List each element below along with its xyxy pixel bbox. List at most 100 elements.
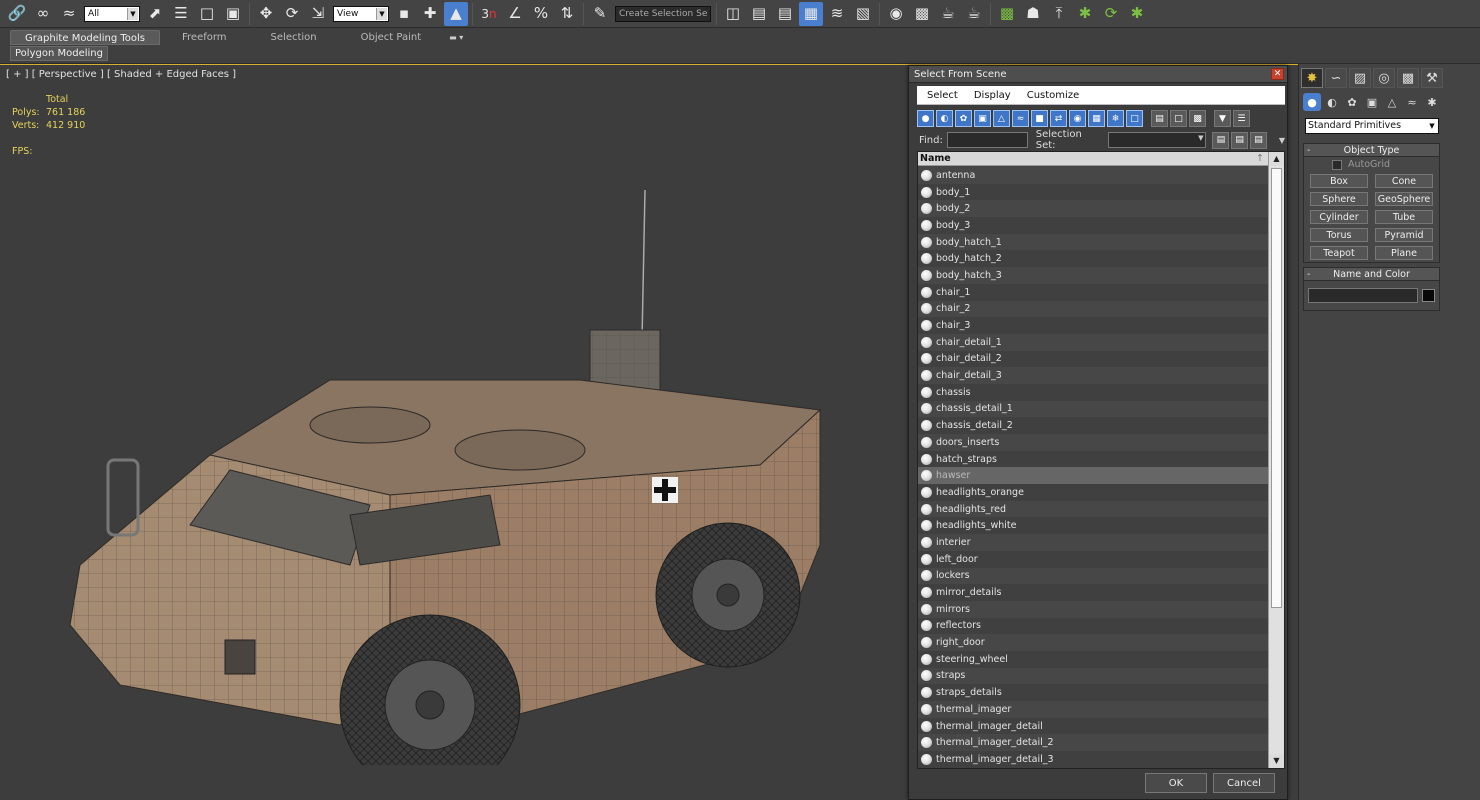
select-by-name-icon[interactable]: ☰ <box>169 2 193 26</box>
object-list-item[interactable]: right_door <box>918 634 1268 651</box>
object-list-item[interactable]: chassis <box>918 383 1268 401</box>
selection-set-dropdown[interactable]: ▼ <box>1107 132 1207 148</box>
named-selection-set-field[interactable]: Create Selection Se <box>615 5 711 22</box>
select-manipulate-icon[interactable]: ✚ <box>418 2 442 26</box>
object-list-item[interactable]: chair_2 <box>918 300 1268 318</box>
shapes-category-icon[interactable]: ◐ <box>1323 93 1341 111</box>
object-list-item[interactable]: body_hatch_1 <box>918 233 1268 251</box>
torus-button[interactable]: Torus <box>1310 228 1368 242</box>
object-list-item[interactable]: headlights_red <box>918 500 1268 518</box>
object-list-item[interactable]: mirror_details <box>918 584 1268 601</box>
geosphere-button[interactable]: GeoSphere <box>1375 192 1433 206</box>
rendered-frame-icon[interactable]: ☕ <box>936 2 960 26</box>
object-list-item[interactable]: chassis_detail_1 <box>918 400 1268 418</box>
angle-snap-icon[interactable]: ∠ <box>503 2 527 26</box>
move-icon[interactable]: ✥ <box>254 2 278 26</box>
teapot-button[interactable]: Teapot <box>1310 246 1368 260</box>
object-color-swatch[interactable] <box>1422 289 1435 302</box>
plugin-tool-2-icon[interactable]: ☗ <box>1021 2 1045 26</box>
select-object-icon[interactable]: ⬈ <box>143 2 167 26</box>
bind-to-space-warp-icon[interactable]: ≈ <box>57 2 81 26</box>
unlink-selection-icon[interactable]: ∞ <box>31 2 55 26</box>
object-list-item[interactable]: chassis_detail_2 <box>918 417 1268 434</box>
display-geometry-icon[interactable]: ● <box>917 110 934 127</box>
schematic-view-icon[interactable]: ▧ <box>851 2 875 26</box>
object-list-item[interactable]: body_2 <box>918 200 1268 218</box>
selection-filter-dropdown[interactable]: All ▼ <box>84 5 140 22</box>
cylinder-button[interactable]: Cylinder <box>1310 210 1368 224</box>
object-list-item[interactable]: steering_wheel <box>918 650 1268 668</box>
scroll-up-icon[interactable]: ▲ <box>1269 152 1284 166</box>
tube-button[interactable]: Tube <box>1375 210 1433 224</box>
object-list-item[interactable]: chair_detail_3 <box>918 367 1268 384</box>
edit-named-selection-icon[interactable]: ✎ <box>588 2 612 26</box>
object-list-item[interactable]: chair_detail_2 <box>918 350 1268 368</box>
mirror-icon[interactable]: ◫ <box>721 2 745 26</box>
scroll-down-icon[interactable]: ▼ <box>1269 754 1284 768</box>
viewport-label[interactable]: [ + ] [ Perspective ] [ Shaded + Edged F… <box>6 69 236 80</box>
object-list-item[interactable]: mirrors <box>918 600 1268 618</box>
helpers-category-icon[interactable]: △ <box>1383 93 1401 111</box>
object-list-item[interactable]: chair_3 <box>918 317 1268 334</box>
object-list-item[interactable]: hatch_straps <box>918 450 1268 468</box>
object-list-scrollbar[interactable]: ▲ ▼ <box>1268 152 1284 768</box>
cameras-category-icon[interactable]: ▣ <box>1363 93 1381 111</box>
menu-customize[interactable]: Customize <box>1019 90 1088 101</box>
scale-icon[interactable]: ⇲ <box>306 2 330 26</box>
select-all-icon[interactable]: ▤ <box>1151 110 1168 127</box>
render-production-icon[interactable]: ☕ <box>962 2 986 26</box>
object-list-item[interactable]: interier <box>918 534 1268 551</box>
cancel-button[interactable]: Cancel <box>1213 773 1275 793</box>
object-list-item[interactable]: chair_detail_1 <box>918 333 1268 351</box>
object-list-item[interactable]: headlights_orange <box>918 484 1268 501</box>
display-hidden-icon[interactable]: □ <box>1126 110 1143 127</box>
tab-selection[interactable]: Selection <box>249 30 339 45</box>
display-helpers-icon[interactable]: △ <box>993 110 1010 127</box>
object-list-item[interactable]: doors_inserts <box>918 434 1268 451</box>
filter-icon[interactable]: ▼ <box>1214 110 1231 127</box>
column-header-name[interactable]: Name ↑ <box>918 152 1268 166</box>
object-list-item[interactable]: thermal_imager_detail <box>918 717 1268 735</box>
plugin-tool-3-icon[interactable]: ⤒ <box>1047 2 1071 26</box>
find-input[interactable] <box>946 132 1028 148</box>
window-crossing-icon[interactable]: ▣ <box>221 2 245 26</box>
ribbon-options-icon[interactable]: ▬ ▾ <box>449 33 463 42</box>
snaps-toggle-icon[interactable]: 3n <box>477 2 501 26</box>
plane-button[interactable]: Plane <box>1375 246 1433 260</box>
display-xrefs-icon[interactable]: ⇄ <box>1050 110 1067 127</box>
object-list-item[interactable]: left_door <box>918 550 1268 568</box>
plugin-tool-5-icon[interactable]: ⟳ <box>1099 2 1123 26</box>
tab-freeform[interactable]: Freeform <box>160 30 249 45</box>
geometry-category-icon[interactable]: ● <box>1303 93 1321 111</box>
object-list-item[interactable]: antenna <box>918 167 1268 184</box>
object-list-item[interactable]: lockers <box>918 567 1268 585</box>
tab-object-paint[interactable]: Object Paint <box>339 30 444 45</box>
display-groups-icon[interactable]: ■ <box>1031 110 1048 127</box>
object-type-rollout-header[interactable]: - Object Type <box>1304 144 1439 157</box>
sphere-button[interactable]: Sphere <box>1310 192 1368 206</box>
select-none-icon[interactable]: □ <box>1170 110 1187 127</box>
plugin-tool-4-icon[interactable]: ✱ <box>1073 2 1097 26</box>
tab-graphite-modeling-tools[interactable]: Graphite Modeling Tools <box>10 30 160 45</box>
menu-display[interactable]: Display <box>966 90 1019 101</box>
dialog-title[interactable]: Select From Scene <box>909 66 1287 83</box>
object-list-item[interactable]: straps <box>918 667 1268 685</box>
autogrid-checkbox-row[interactable]: AutoGrid <box>1304 157 1439 172</box>
motion-tab-icon[interactable]: ◎ <box>1373 68 1395 88</box>
lights-category-icon[interactable]: ✿ <box>1343 93 1361 111</box>
keyboard-shortcut-override-icon[interactable]: ▲ <box>444 1 468 26</box>
plugin-tool-1-icon[interactable]: ▩ <box>995 2 1019 26</box>
cone-button[interactable]: Cone <box>1375 174 1433 188</box>
object-list-item[interactable]: headlights_white <box>918 517 1268 535</box>
box-button[interactable]: Box <box>1310 174 1368 188</box>
rotate-icon[interactable]: ⟳ <box>280 2 304 26</box>
display-shapes-icon[interactable]: ◐ <box>936 110 953 127</box>
object-list-item[interactable]: reflectors <box>918 617 1268 635</box>
select-and-link-icon[interactable]: 🔗 <box>5 2 29 26</box>
systems-category-icon[interactable]: ✱ <box>1423 93 1441 111</box>
create-selection-set-icon[interactable]: ▤ <box>1212 131 1230 149</box>
rectangular-selection-icon[interactable]: □ <box>195 2 219 26</box>
object-list-item[interactable]: body_3 <box>918 217 1268 234</box>
hierarchy-tab-icon[interactable]: ▨ <box>1349 68 1371 88</box>
modify-tab-icon[interactable]: ∽ <box>1325 68 1347 88</box>
